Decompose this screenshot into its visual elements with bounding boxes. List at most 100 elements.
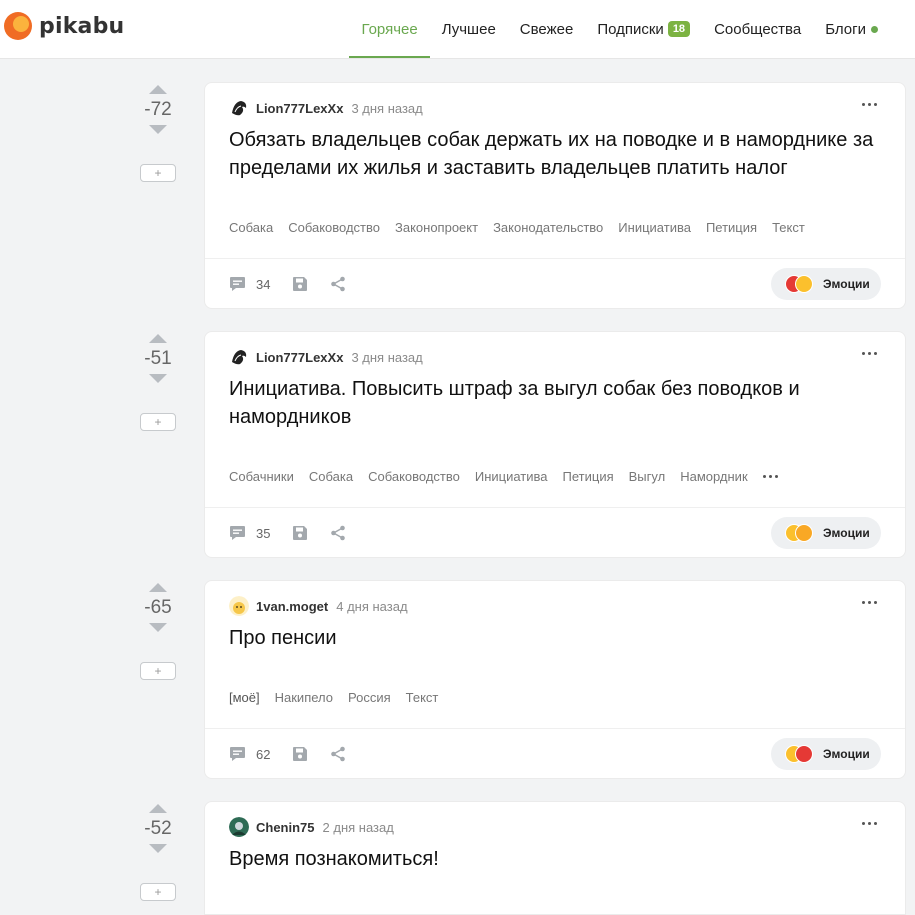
emotions-button[interactable]: Эмоции xyxy=(771,268,881,300)
story-meta: 1van.moget 4 дня назад xyxy=(229,596,408,616)
downvote-arrow-icon[interactable] xyxy=(149,844,167,853)
nav-best[interactable]: Лучшее xyxy=(430,0,508,58)
logo-text: pikabu xyxy=(39,13,125,39)
author-name[interactable]: Chenin75 xyxy=(256,820,315,835)
tag[interactable]: Собаководство xyxy=(288,220,380,235)
tag[interactable]: Накипело xyxy=(275,690,333,705)
nav-blogs-label: Блоги xyxy=(825,20,866,38)
avatar[interactable] xyxy=(229,98,249,118)
story-actions: 35 xyxy=(229,525,346,541)
nav-fresh[interactable]: Свежее xyxy=(508,0,586,58)
nav-blogs[interactable]: Блоги xyxy=(813,0,890,58)
story-meta: Lion777LexXx 3 дня назад xyxy=(229,98,423,118)
more-options-icon[interactable] xyxy=(862,818,877,829)
rating-score: -51 xyxy=(144,348,172,369)
tag-list: Собачники Собака Собаководство Инициатив… xyxy=(229,469,778,484)
comment-icon xyxy=(230,277,245,291)
save-icon xyxy=(293,526,308,540)
story-title[interactable]: Время познакомиться! xyxy=(229,845,879,873)
story-title[interactable]: Инициатива. Повысить штраф за выгул соба… xyxy=(229,375,879,431)
author-name[interactable]: Lion777LexXx xyxy=(256,101,343,116)
save-plus-button[interactable]: + xyxy=(140,164,176,182)
tag[interactable]: Россия xyxy=(348,690,391,705)
tag[interactable]: Петиция xyxy=(706,220,757,235)
nav-hot[interactable]: Горячее xyxy=(349,0,431,58)
share-button[interactable] xyxy=(330,746,346,762)
more-tags-icon[interactable] xyxy=(762,475,778,478)
main-nav: Горячее Лучшее Свежее Подписки 18 Сообще… xyxy=(349,0,890,58)
downvote-arrow-icon[interactable] xyxy=(149,623,167,632)
pikabu-logo-icon xyxy=(4,12,32,40)
subscriptions-count-badge: 18 xyxy=(667,21,691,37)
upvote-arrow-icon[interactable] xyxy=(149,85,167,94)
more-options-icon[interactable] xyxy=(862,99,877,110)
comments-button[interactable]: 35 xyxy=(229,525,270,541)
upvote-arrow-icon[interactable] xyxy=(149,334,167,343)
tag[interactable]: Выгул xyxy=(629,469,666,484)
rating-score: -72 xyxy=(144,99,172,120)
tag[interactable]: Инициатива xyxy=(618,220,691,235)
tag[interactable]: Инициатива xyxy=(475,469,548,484)
post-time: 2 дня назад xyxy=(322,819,394,835)
divider xyxy=(205,507,905,508)
emotions-label: Эмоции xyxy=(823,277,870,291)
tag[interactable]: [моё] xyxy=(229,690,260,705)
emotions-label: Эмоции xyxy=(823,526,870,540)
tag[interactable]: Текст xyxy=(406,690,439,705)
story-card: 1van.moget 4 дня назад Про пенсии [моё] … xyxy=(204,580,906,779)
story-title[interactable]: Обязать владельцев собак держать их на п… xyxy=(229,126,879,182)
story-card: Lion777LexXx 3 дня назад Инициатива. Пов… xyxy=(204,331,906,558)
emotion-faces-icon xyxy=(785,275,813,293)
story-title[interactable]: Про пенсии xyxy=(229,624,879,652)
tag[interactable]: Собака xyxy=(309,469,353,484)
avatar[interactable] xyxy=(229,817,249,837)
comment-icon xyxy=(230,526,245,540)
author-name[interactable]: 1van.moget xyxy=(256,599,328,614)
downvote-arrow-icon[interactable] xyxy=(149,374,167,383)
more-options-icon[interactable] xyxy=(862,597,877,608)
comments-count: 62 xyxy=(256,746,271,762)
save-button[interactable] xyxy=(292,525,308,541)
comments-button[interactable]: 62 xyxy=(229,746,270,762)
tag[interactable]: Собачники xyxy=(229,469,294,484)
post-time: 4 дня назад xyxy=(336,598,408,614)
save-icon xyxy=(293,747,308,761)
emotions-button[interactable]: Эмоции xyxy=(771,517,881,549)
nav-communities[interactable]: Сообщества xyxy=(702,0,813,58)
tag[interactable]: Собака xyxy=(229,220,273,235)
story-meta: Chenin75 2 дня назад xyxy=(229,817,394,837)
upvote-arrow-icon[interactable] xyxy=(149,804,167,813)
upvote-arrow-icon[interactable] xyxy=(149,583,167,592)
share-button[interactable] xyxy=(330,276,346,292)
save-button[interactable] xyxy=(292,276,308,292)
pikabu-logo[interactable]: pikabu xyxy=(4,10,124,42)
tag[interactable]: Законопроект xyxy=(395,220,478,235)
author-name[interactable]: Lion777LexXx xyxy=(256,350,343,365)
post-time: 3 дня назад xyxy=(351,100,423,116)
save-plus-button[interactable]: + xyxy=(140,883,176,901)
save-plus-button[interactable]: + xyxy=(140,413,176,431)
avatar[interactable] xyxy=(229,596,249,616)
story-card: Lion777LexXx 3 дня назад Обязать владель… xyxy=(204,82,906,309)
tag[interactable]: Петиция xyxy=(563,469,614,484)
avatar[interactable] xyxy=(229,347,249,367)
nav-subscriptions[interactable]: Подписки 18 xyxy=(585,0,702,58)
save-button[interactable] xyxy=(292,746,308,762)
share-button[interactable] xyxy=(330,525,346,541)
tag[interactable]: Собаководство xyxy=(368,469,460,484)
emotion-faces-icon xyxy=(785,524,813,542)
save-plus-button[interactable]: + xyxy=(140,662,176,680)
tag[interactable]: Текст xyxy=(772,220,805,235)
downvote-arrow-icon[interactable] xyxy=(149,125,167,134)
comments-button[interactable]: 34 xyxy=(229,276,270,292)
emotion-faces-icon xyxy=(785,745,813,763)
share-icon xyxy=(331,525,346,541)
emotions-button[interactable]: Эмоции xyxy=(771,738,881,770)
vote-block: -65 + xyxy=(130,583,186,680)
tag[interactable]: Законодательство xyxy=(493,220,603,235)
story-meta: Lion777LexXx 3 дня назад xyxy=(229,347,423,367)
tag[interactable]: Намордник xyxy=(680,469,747,484)
rating-score: -52 xyxy=(144,818,172,839)
top-header: pikabu Горячее Лучшее Свежее Подписки 18… xyxy=(0,0,915,59)
more-options-icon[interactable] xyxy=(862,348,877,359)
